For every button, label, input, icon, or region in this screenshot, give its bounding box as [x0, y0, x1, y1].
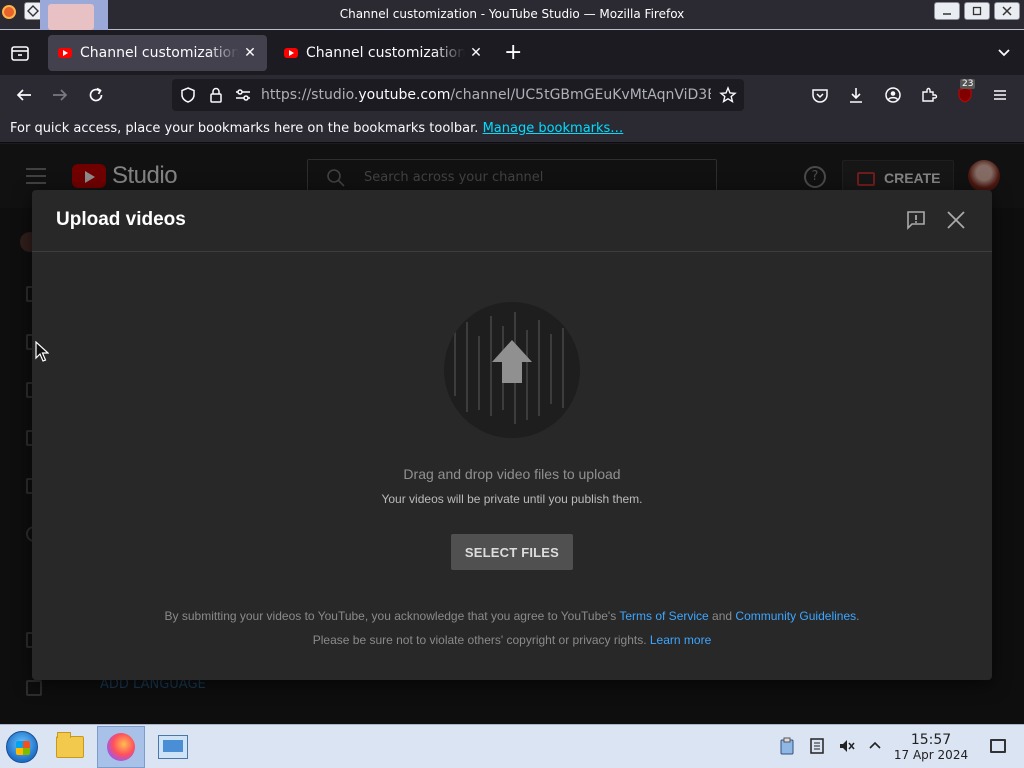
taskbar-firefox[interactable] [97, 726, 145, 768]
bookmarks-hint-text: For quick access, place your bookmarks h… [10, 121, 479, 136]
menu-hamburger-icon[interactable] [990, 85, 1010, 105]
tab-channel-customization-active[interactable]: Channel customization - YouTube Studio ✕ [48, 35, 267, 71]
firefox-icon [107, 733, 135, 761]
upload-drop-zone[interactable] [444, 302, 580, 438]
minimize-button[interactable] [934, 2, 960, 20]
learn-more-link[interactable]: Learn more [650, 633, 711, 647]
tab-strip: Channel customization - YouTube Studio ✕… [0, 30, 1024, 75]
back-icon[interactable] [14, 85, 34, 105]
pocket-icon[interactable] [810, 85, 830, 105]
notes-tray-icon[interactable] [808, 737, 826, 755]
window-titlebar: Channel customization - YouTube Studio —… [0, 0, 1024, 30]
navigation-toolbar: https://studio.youtube.com/channel/UC5tG… [0, 75, 1024, 115]
window-title: Channel customization - YouTube Studio —… [339, 7, 685, 21]
volume-muted-icon[interactable] [838, 737, 856, 755]
bookmarks-toolbar: For quick access, place your bookmarks h… [0, 115, 1024, 143]
select-files-button[interactable]: SELECT FILES [451, 534, 573, 570]
forward-icon[interactable] [50, 85, 70, 105]
url-text[interactable]: https://studio.youtube.com/channel/UC5tG… [261, 87, 711, 103]
lock-icon[interactable] [206, 85, 226, 105]
account-icon[interactable] [883, 85, 903, 105]
drag-drop-text: Drag and drop video files to upload [403, 466, 621, 482]
taskbar: 15:57 17 Apr 2024 [0, 724, 1024, 768]
reload-icon[interactable] [86, 85, 106, 105]
url-bar[interactable]: https://studio.youtube.com/channel/UC5tG… [172, 79, 744, 111]
tab-channel-customization[interactable]: Channel customization - YouTube Studio ✕ [274, 35, 493, 71]
clock-time[interactable]: 15:57 [894, 732, 968, 748]
taskbar-file-manager[interactable] [46, 726, 94, 768]
feedback-icon[interactable] [906, 210, 926, 230]
close-tab-icon[interactable]: ✕ [465, 45, 487, 61]
show-desktop-icon[interactable] [990, 739, 1006, 753]
tab-title: Channel customization - YouTube Studio [306, 45, 465, 61]
dialog-header: Upload videos [32, 190, 992, 252]
community-guidelines-link[interactable]: Community Guidelines [735, 609, 856, 623]
firefox-view-icon[interactable] [10, 44, 30, 62]
ublock-extension-icon[interactable]: 23 [955, 79, 976, 105]
close-icon[interactable] [945, 209, 967, 231]
new-tab-button[interactable]: + [504, 40, 522, 65]
clipboard-tray-icon[interactable] [778, 737, 796, 755]
folder-icon [56, 732, 84, 758]
terms-of-service-link[interactable]: Terms of Service [619, 609, 708, 623]
tracking-protection-shield-icon[interactable] [178, 85, 198, 105]
close-tab-icon[interactable]: ✕ [239, 45, 261, 61]
start-button[interactable] [6, 731, 38, 763]
tab-title: Channel customization - YouTube Studio [80, 45, 239, 61]
mouse-cursor-icon [35, 341, 49, 362]
maximize-button[interactable] [964, 2, 990, 20]
terms-notice: By submitting your videos to YouTube, yo… [164, 609, 860, 623]
copyright-notice: Please be sure not to violate others' co… [312, 633, 712, 647]
clock-date[interactable]: 17 Apr 2024 [890, 748, 972, 762]
upload-arrow-icon [492, 340, 532, 362]
taskbar-control-panel[interactable] [149, 726, 197, 768]
extensions-puzzle-icon[interactable] [919, 85, 939, 105]
manage-bookmarks-link[interactable]: Manage bookmarks… [483, 121, 624, 136]
youtube-favicon-icon [284, 48, 298, 58]
bookmark-star-icon[interactable] [718, 85, 738, 105]
web-page: Studio Search across your channel ? CREA… [0, 144, 1024, 724]
youtube-favicon-icon [58, 48, 72, 58]
upload-videos-dialog: Upload videos Drag and drop video files … [32, 190, 992, 680]
list-all-tabs-icon[interactable] [996, 44, 1012, 64]
private-notice: Your videos will be private until you pu… [381, 492, 643, 506]
permissions-icon[interactable] [233, 85, 253, 105]
downloads-icon[interactable] [846, 85, 866, 105]
control-panel-icon [158, 735, 188, 759]
dialog-title: Upload videos [56, 209, 186, 230]
extension-badge: 23 [960, 79, 976, 89]
close-window-button[interactable] [994, 2, 1020, 20]
tray-expand-chevron-icon[interactable] [866, 737, 884, 755]
